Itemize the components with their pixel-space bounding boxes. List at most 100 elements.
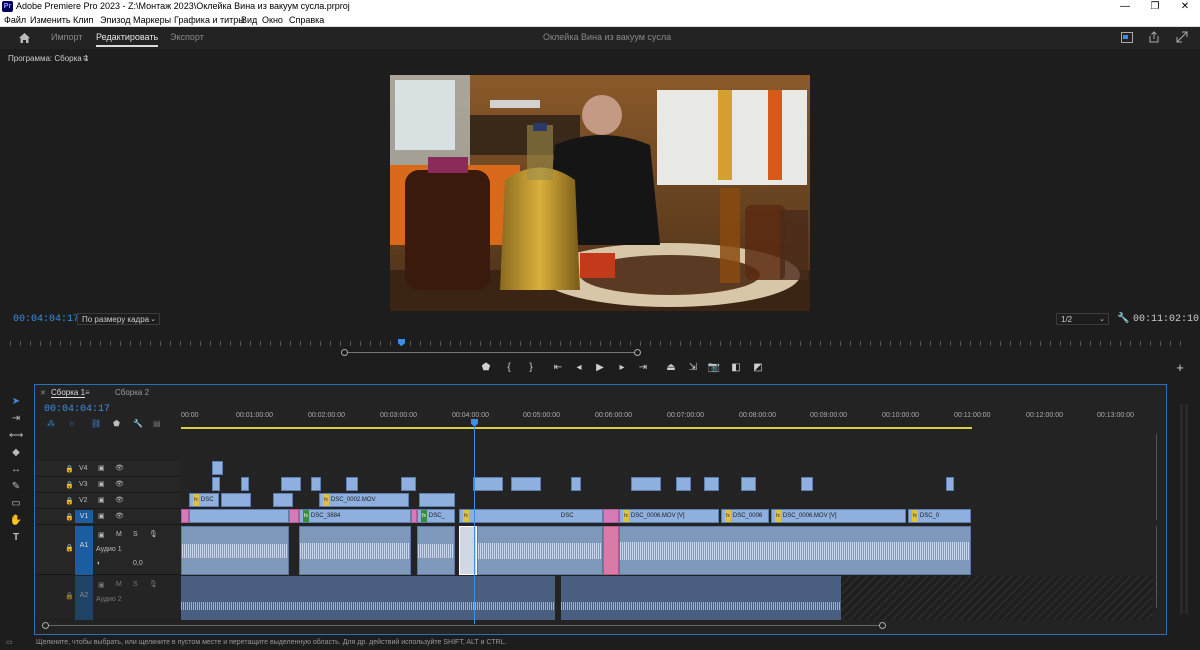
solo-button[interactable]: S bbox=[133, 531, 138, 538]
track-label-a1[interactable]: A1 bbox=[75, 526, 93, 575]
razor-tool-icon[interactable]: ◆ bbox=[9, 446, 23, 460]
go-to-in-icon[interactable]: ⇤ bbox=[551, 362, 565, 374]
clip-v3[interactable] bbox=[346, 477, 358, 491]
mark-out-icon[interactable]: } bbox=[524, 362, 538, 374]
sync-lock-icon[interactable]: ▣ bbox=[98, 581, 105, 589]
clip-v3[interactable] bbox=[741, 477, 756, 491]
clip-v3[interactable] bbox=[571, 477, 581, 491]
clip-v3[interactable] bbox=[631, 477, 661, 491]
track-volume[interactable]: 0,0 bbox=[133, 560, 143, 567]
track-header-v3[interactable]: 🔒 V3 ▣ 👁 bbox=[35, 477, 181, 493]
lock-icon[interactable]: 🔒 bbox=[65, 592, 74, 600]
menu-clip[interactable]: Клип bbox=[73, 13, 93, 27]
audio-clip-a1[interactable] bbox=[299, 526, 411, 575]
share-icon[interactable] bbox=[1148, 31, 1160, 43]
mute-button[interactable]: M bbox=[116, 531, 122, 538]
clip-v2[interactable] bbox=[273, 493, 293, 507]
quick-export-icon[interactable] bbox=[1121, 32, 1133, 43]
audio-clip-a1[interactable] bbox=[619, 526, 971, 575]
lift-icon[interactable]: ⏏ bbox=[664, 362, 678, 374]
extract-icon[interactable]: ⇲ bbox=[686, 362, 700, 374]
audio-clip-a2[interactable] bbox=[181, 576, 555, 620]
clip-v1-dsc-0006-b[interactable]: fx DSC_0006 bbox=[721, 509, 769, 523]
minimize-button[interactable]: — bbox=[1110, 0, 1140, 13]
rectangle-tool-icon[interactable]: ▭ bbox=[9, 497, 23, 511]
solo-button[interactable]: S bbox=[133, 581, 138, 588]
ripple-edit-icon[interactable]: ⟷ bbox=[9, 429, 23, 443]
eye-icon[interactable]: 👁 bbox=[115, 480, 124, 488]
sync-lock-icon[interactable]: ▣ bbox=[98, 480, 105, 488]
clip-v1-dsc-b[interactable]: fx DSC bbox=[459, 509, 603, 523]
linked-selection-icon[interactable]: ⛓ bbox=[91, 419, 101, 428]
sync-lock-icon[interactable]: ▣ bbox=[98, 464, 105, 472]
resolution-dropdown[interactable]: 1/2 ⌄ bbox=[1056, 313, 1109, 325]
audio-clip-a1[interactable] bbox=[477, 526, 603, 575]
clip-v3[interactable] bbox=[946, 477, 954, 491]
program-current-timecode[interactable]: 00:04:04:17 bbox=[13, 314, 79, 325]
clip-v2-dsc-0002[interactable]: fx DSC_0002.MOV bbox=[319, 493, 409, 507]
close-button[interactable]: ✕ bbox=[1170, 0, 1200, 13]
mark-in-icon[interactable]: { bbox=[502, 362, 516, 374]
hand-tool-icon[interactable]: ✋ bbox=[9, 514, 23, 528]
clip-v3[interactable] bbox=[281, 477, 301, 491]
clip-v3[interactable] bbox=[241, 477, 249, 491]
step-forward-icon[interactable]: ▸ bbox=[615, 362, 629, 374]
clip-v3[interactable] bbox=[676, 477, 691, 491]
fit-dropdown[interactable]: По размеру кадра ⌄ bbox=[77, 313, 160, 325]
track-header-v2[interactable]: 🔒 V2 ▣ 👁 bbox=[35, 493, 181, 509]
tab-sequence-1[interactable]: Сборка 1 bbox=[51, 388, 86, 398]
tab-import[interactable]: Импорт bbox=[51, 32, 82, 42]
lock-icon[interactable]: 🔒 bbox=[65, 465, 74, 473]
audio-vertical-scrollbar[interactable] bbox=[1156, 526, 1157, 608]
comparison-view-icon[interactable]: ◧ bbox=[729, 362, 743, 374]
menu-sequence[interactable]: Эпизод bbox=[100, 13, 130, 27]
track-area[interactable]: fx DSC fx DSC_0002.MOV fx DSC_3884 fx DSC_ f… bbox=[181, 431, 1153, 621]
menu-markers[interactable]: Маркеры bbox=[133, 13, 171, 27]
menu-graphics[interactable]: Графика и титры bbox=[174, 13, 245, 27]
clip-v1-transition[interactable] bbox=[603, 509, 619, 523]
zoom-handle-left[interactable] bbox=[341, 349, 348, 356]
lock-icon[interactable]: 🔒 bbox=[65, 497, 74, 505]
play-icon[interactable]: ▶ bbox=[593, 362, 607, 374]
clip-v1-dsc[interactable]: fx DSC_ bbox=[417, 509, 455, 523]
clip-v4[interactable] bbox=[212, 461, 223, 475]
work-area-bar[interactable] bbox=[181, 427, 972, 429]
tab-sequence-2[interactable]: Сборка 2 bbox=[115, 388, 149, 397]
clip-v3[interactable] bbox=[704, 477, 719, 491]
microphone-icon[interactable]: 🎙 bbox=[149, 530, 158, 538]
menu-help[interactable]: Справка bbox=[289, 13, 324, 27]
clip-v1-dsc-0006-a[interactable]: fx DSC_0006.MOV [V] bbox=[619, 509, 719, 523]
audio-clip-a2[interactable] bbox=[561, 576, 841, 620]
wrench-icon[interactable]: 🔧 bbox=[1117, 313, 1129, 324]
menu-edit[interactable]: Изменить bbox=[30, 13, 71, 27]
menu-window[interactable]: Окно bbox=[262, 13, 283, 27]
lock-icon[interactable]: 🔒 bbox=[65, 513, 74, 521]
selection-tool-icon[interactable]: ➤ bbox=[9, 395, 23, 409]
sync-lock-icon[interactable]: ▣ bbox=[98, 531, 105, 539]
fullscreen-icon[interactable] bbox=[1176, 31, 1188, 43]
clip-v1-dsc-0006-c[interactable]: fx DSC_0006.MOV [V] bbox=[771, 509, 906, 523]
volume-knob-icon[interactable]: ◐ bbox=[97, 560, 101, 567]
pen-tool-icon[interactable]: ✎ bbox=[9, 480, 23, 494]
program-time-ruler[interactable] bbox=[10, 341, 1190, 346]
video-vertical-scrollbar[interactable] bbox=[1156, 434, 1157, 520]
snap-icon[interactable]: ∩ bbox=[69, 419, 75, 428]
zoom-handle-right[interactable] bbox=[634, 349, 641, 356]
tab-export[interactable]: Экспорт bbox=[170, 32, 204, 42]
captions-icon[interactable]: ▤ bbox=[153, 419, 161, 428]
clip-v1[interactable] bbox=[189, 509, 289, 523]
clip-v1-transition[interactable] bbox=[181, 509, 189, 523]
track-header-a1[interactable]: 🔒 A1 ▣ M S 🎙 Аудио 1 ◐ 0,0 bbox=[35, 526, 181, 575]
add-button-icon[interactable]: + bbox=[1173, 361, 1187, 374]
clip-v2[interactable] bbox=[221, 493, 251, 507]
hscroll-handle-left[interactable] bbox=[42, 622, 49, 629]
vr-video-icon[interactable]: ◩ bbox=[751, 362, 765, 374]
eye-icon[interactable]: 👁 bbox=[115, 464, 124, 472]
timeline-ruler[interactable]: 00:00 00:01:00:00 00:02:00:00 00:03:00:0… bbox=[181, 402, 1153, 429]
clip-v3[interactable] bbox=[401, 477, 416, 491]
clip-v3[interactable] bbox=[212, 477, 220, 491]
clip-v1-dsc-3884[interactable]: fx DSC_3884 bbox=[299, 509, 411, 523]
timeline-timecode[interactable]: 00:04:04:17 bbox=[44, 404, 110, 415]
timeline-horizontal-scrollbar[interactable] bbox=[44, 625, 882, 626]
lock-icon[interactable]: 🔒 bbox=[65, 544, 74, 552]
